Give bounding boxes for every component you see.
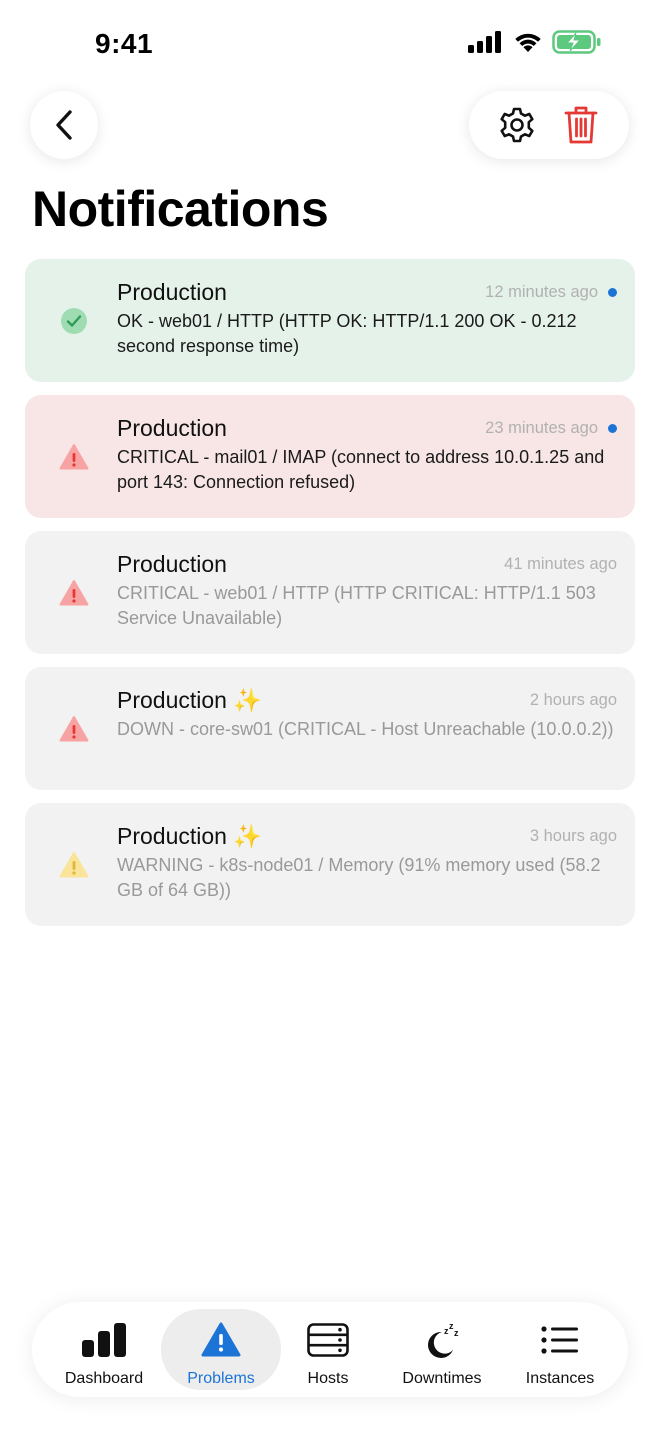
notification-time-text: 41 minutes ago xyxy=(504,555,617,573)
tab-label: Hosts xyxy=(307,1370,349,1387)
notification-message: CRITICAL - mail01 / IMAP (connect to add… xyxy=(117,447,605,492)
tab-bar: Dashboard Problems Hosts z z z Downtimes… xyxy=(32,1302,628,1397)
notification-title: Production xyxy=(117,415,227,441)
notification-time: 2 hours ago xyxy=(530,691,617,710)
trash-icon xyxy=(564,106,598,144)
notification-title: Production ✨ xyxy=(117,823,262,849)
battery-charging-icon xyxy=(552,30,601,54)
moon-zzz-icon: z z z xyxy=(428,1321,459,1358)
notification-time: 12 minutes ago xyxy=(485,283,617,302)
tab-label: Instances xyxy=(525,1370,595,1387)
tab-label: Problems xyxy=(187,1370,255,1387)
critical-warning-icon xyxy=(59,444,89,470)
notification-title: Production xyxy=(117,279,227,305)
notification-item[interactable]: Production ✨ 2 hours ago DOWN - core-sw0… xyxy=(25,667,635,790)
notification-time-text: 12 minutes ago xyxy=(485,283,598,301)
tab-downtimes[interactable]: z z z Downtimes xyxy=(391,1302,493,1397)
notification-item[interactable]: Production 12 minutes ago OK - web01 / H… xyxy=(25,259,635,382)
notification-time-text: 2 hours ago xyxy=(529,691,617,709)
critical-warning-icon xyxy=(59,716,89,742)
notification-time: 23 minutes ago xyxy=(485,419,617,438)
notification-title: Production ✨ xyxy=(117,687,262,713)
notification-time-text: 3 hours ago xyxy=(529,827,617,845)
notification-time-text: 23 minutes ago xyxy=(485,419,598,437)
header-actions xyxy=(469,91,629,159)
status-bar: 9:41 xyxy=(0,0,660,90)
gear-icon xyxy=(500,107,534,143)
notification-time: 41 minutes ago xyxy=(504,555,617,574)
list-icon xyxy=(541,1326,578,1354)
tab-label: Downtimes xyxy=(402,1370,482,1387)
notification-title: Production xyxy=(117,551,227,577)
settings-button[interactable] xyxy=(495,103,539,147)
notification-item[interactable]: Production ✨ 3 hours ago WARNING - k8s-n… xyxy=(25,803,635,926)
svg-text:z: z xyxy=(454,1328,459,1338)
status-icons xyxy=(468,30,602,54)
tab-problems[interactable]: Problems xyxy=(161,1309,281,1390)
tab-label: Dashboard xyxy=(64,1370,144,1387)
server-icon xyxy=(307,1323,349,1357)
tab-dashboard[interactable]: Dashboard xyxy=(56,1302,152,1397)
warning-icon xyxy=(59,852,89,878)
notification-item[interactable]: Production 23 minutes ago CRITICAL - mai… xyxy=(25,395,635,518)
wifi-icon xyxy=(515,33,541,52)
tab-instances[interactable]: Instances xyxy=(512,1302,608,1397)
notification-message: OK - web01 / HTTP (HTTP OK: HTTP/1.1 200… xyxy=(117,311,577,356)
tab-hosts[interactable]: Hosts xyxy=(288,1302,368,1397)
warning-triangle-icon xyxy=(201,1322,241,1357)
notification-message: CRITICAL - web01 / HTTP (HTTP CRITICAL: … xyxy=(117,583,596,628)
notification-message: DOWN - core-sw01 (CRITICAL - Host Unreac… xyxy=(117,719,614,739)
back-button[interactable] xyxy=(30,91,98,159)
ok-check-icon xyxy=(61,308,87,334)
notification-time: 3 hours ago xyxy=(530,827,617,846)
status-time: 9:41 xyxy=(95,28,154,59)
bar-chart-icon xyxy=(82,1323,126,1357)
unread-dot xyxy=(608,288,617,297)
critical-warning-icon xyxy=(59,580,89,606)
delete-all-button[interactable] xyxy=(559,103,603,147)
cellular-signal-icon xyxy=(468,31,501,53)
notification-item[interactable]: Production 41 minutes ago CRITICAL - web… xyxy=(25,531,635,654)
notification-message: WARNING - k8s-node01 / Memory (91% memor… xyxy=(117,855,601,900)
chevron-left-icon xyxy=(56,110,72,140)
page-title: Notifications xyxy=(32,181,329,237)
notification-list: Production 12 minutes ago OK - web01 / H… xyxy=(25,259,635,939)
unread-dot xyxy=(608,424,617,433)
